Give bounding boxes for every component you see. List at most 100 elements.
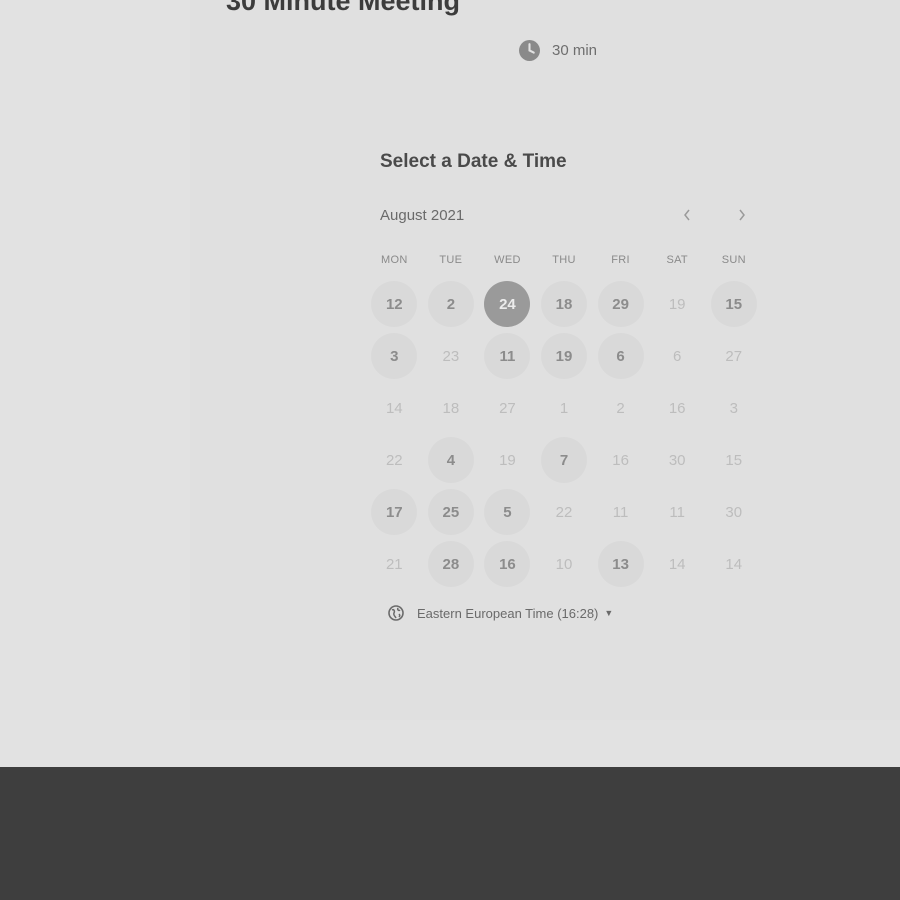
duration-label: 30 min <box>552 42 598 59</box>
calendar-day-unavailable: 21 <box>366 538 423 590</box>
chevron-left-icon <box>684 209 690 221</box>
section-heading: Select a Date & Time <box>380 151 567 172</box>
calendar-week-row: 12 2 24 18 29 19 15 <box>366 278 762 330</box>
calendar-day-number: 16 <box>612 451 629 469</box>
calendar-day-unavailable: 14 <box>649 538 706 590</box>
calendar-day-number: 19 <box>541 333 588 379</box>
calendar-day-unavailable: 2 <box>592 382 649 434</box>
calendar-day-number: 11 <box>612 503 629 521</box>
calendar-day-unavailable: 23 <box>423 330 480 382</box>
calendar-day-unavailable: 27 <box>705 330 762 382</box>
calendar-day-available[interactable]: 6 <box>592 330 649 382</box>
calendar-day-number: 17 <box>371 489 418 535</box>
weekday-label: TUE <box>439 254 463 266</box>
calendar-day-number: 16 <box>668 399 686 417</box>
calendar-day-available[interactable]: 28 <box>423 538 480 590</box>
calendar-day-number: 14 <box>385 399 403 417</box>
calendar-day-number: 4 <box>427 437 474 483</box>
calendar-day-unavailable: 6 <box>649 330 706 382</box>
calendar-day-available[interactable]: 25 <box>423 486 480 538</box>
calendar-day-unavailable: 18 <box>423 382 480 434</box>
calendar-day-unavailable: 22 <box>536 486 593 538</box>
timezone-label: Eastern European Time (16:28) <box>417 605 599 621</box>
calendar-day-selected[interactable]: 24 <box>479 278 536 330</box>
weekday-label: MON <box>381 254 408 266</box>
calendar-day-unavailable: 3 <box>705 382 762 434</box>
calendar-day-unavailable: 11 <box>649 486 706 538</box>
calendar-day-number: 18 <box>442 399 460 417</box>
calendar-day-number: 25 <box>427 489 474 535</box>
calendar-day-unavailable: 16 <box>592 434 649 486</box>
calendar-day-number: 19 <box>668 295 686 313</box>
calendar-day-number: 13 <box>597 541 644 587</box>
calendar-day-number: 14 <box>668 555 686 573</box>
calendar-day-unavailable: 14 <box>705 538 762 590</box>
calendar-day-available[interactable]: 18 <box>536 278 593 330</box>
calendar-day-available[interactable]: 7 <box>536 434 593 486</box>
calendar-day-available[interactable]: 4 <box>423 434 480 486</box>
calendar-day-number: 11 <box>669 503 685 521</box>
calendar-day-number: 5 <box>484 489 531 535</box>
calendar-day-number: 3 <box>371 333 418 379</box>
calendar-day-number: 18 <box>541 281 588 327</box>
calendar-day-unavailable: 16 <box>649 382 706 434</box>
weekday-label: THU <box>552 254 576 266</box>
calendar-day-available[interactable]: 3 <box>366 330 423 382</box>
calendar-day-number: 3 <box>729 399 738 417</box>
weekday-label: SAT <box>666 254 688 266</box>
calendar-day-unavailable: 22 <box>366 434 423 486</box>
next-month-button[interactable] <box>731 204 753 226</box>
clock-icon <box>519 40 540 61</box>
calendar-day-unavailable: 19 <box>479 434 536 486</box>
event-title: 30 Minute Meeting <box>226 0 461 16</box>
month-label: August 2021 <box>380 207 465 224</box>
calendar-day-number: 11 <box>484 333 531 379</box>
calendar-day-number: 24 <box>484 281 531 327</box>
event-duration: 30 min <box>519 40 597 61</box>
calendar-day-unavailable: 1 <box>536 382 593 434</box>
calendar-grid: MON TUE WED THU FRI SAT SUN 12 2 24 18 29 19 15 3 23 11… <box>366 254 762 590</box>
prev-month-button[interactable] <box>676 204 698 226</box>
calendar-day-number: 29 <box>597 281 644 327</box>
weekday-header-row: MON TUE WED THU FRI SAT SUN <box>366 254 762 274</box>
calendar-day-number: 12 <box>371 281 418 327</box>
calendar-day-number: 2 <box>616 399 625 417</box>
chevron-right-icon <box>739 209 745 221</box>
calendar-day-number: 28 <box>427 541 474 587</box>
calendar-day-unavailable: 27 <box>479 382 536 434</box>
calendar-week-row: 3 23 11 19 6 6 27 <box>366 330 762 382</box>
calendar-day-available[interactable]: 29 <box>592 278 649 330</box>
calendar-day-number: 27 <box>725 347 743 365</box>
calendar-day-number: 22 <box>385 451 403 469</box>
calendar-day-available[interactable]: 15 <box>705 278 762 330</box>
weekday-label: WED <box>494 254 521 266</box>
calendar-day-unavailable: 14 <box>366 382 423 434</box>
calendar-weeks: 12 2 24 18 29 19 15 3 23 11 19 6 6 27 14 18 27 1 2 16 3 22 4 19… <box>366 278 762 590</box>
calendar-day-number: 30 <box>668 451 686 469</box>
calendar-day-number: 23 <box>442 347 460 365</box>
calendar-day-unavailable: 10 <box>536 538 593 590</box>
calendar-day-number: 16 <box>484 541 531 587</box>
timezone-selector[interactable]: Eastern European Time (16:28) ▼ <box>388 605 613 621</box>
calendar-day-number: 27 <box>499 399 516 417</box>
globe-icon <box>388 605 404 621</box>
calendar-day-available[interactable]: 2 <box>423 278 480 330</box>
calendar-day-number: 21 <box>385 555 403 573</box>
calendar-day-available[interactable]: 19 <box>536 330 593 382</box>
calendar-day-unavailable: 19 <box>649 278 706 330</box>
calendar-day-number: 22 <box>555 503 573 521</box>
calendar-day-unavailable: 30 <box>705 486 762 538</box>
calendar-week-row: 17 25 5 22 11 11 30 <box>366 486 762 538</box>
weekday-label: SUN <box>721 254 746 266</box>
calendar-day-available[interactable]: 13 <box>592 538 649 590</box>
calendar-day-available[interactable]: 12 <box>366 278 423 330</box>
calendar-day-available[interactable]: 5 <box>479 486 536 538</box>
calendar-day-available[interactable]: 16 <box>479 538 536 590</box>
calendar-day-number: 19 <box>499 451 516 469</box>
calendar-day-available[interactable]: 17 <box>366 486 423 538</box>
caret-down-icon: ▼ <box>604 608 614 618</box>
calendar-day-number: 7 <box>541 437 588 483</box>
page-footer <box>0 767 900 900</box>
calendar-day-number: 6 <box>597 333 644 379</box>
calendar-day-available[interactable]: 11 <box>479 330 536 382</box>
